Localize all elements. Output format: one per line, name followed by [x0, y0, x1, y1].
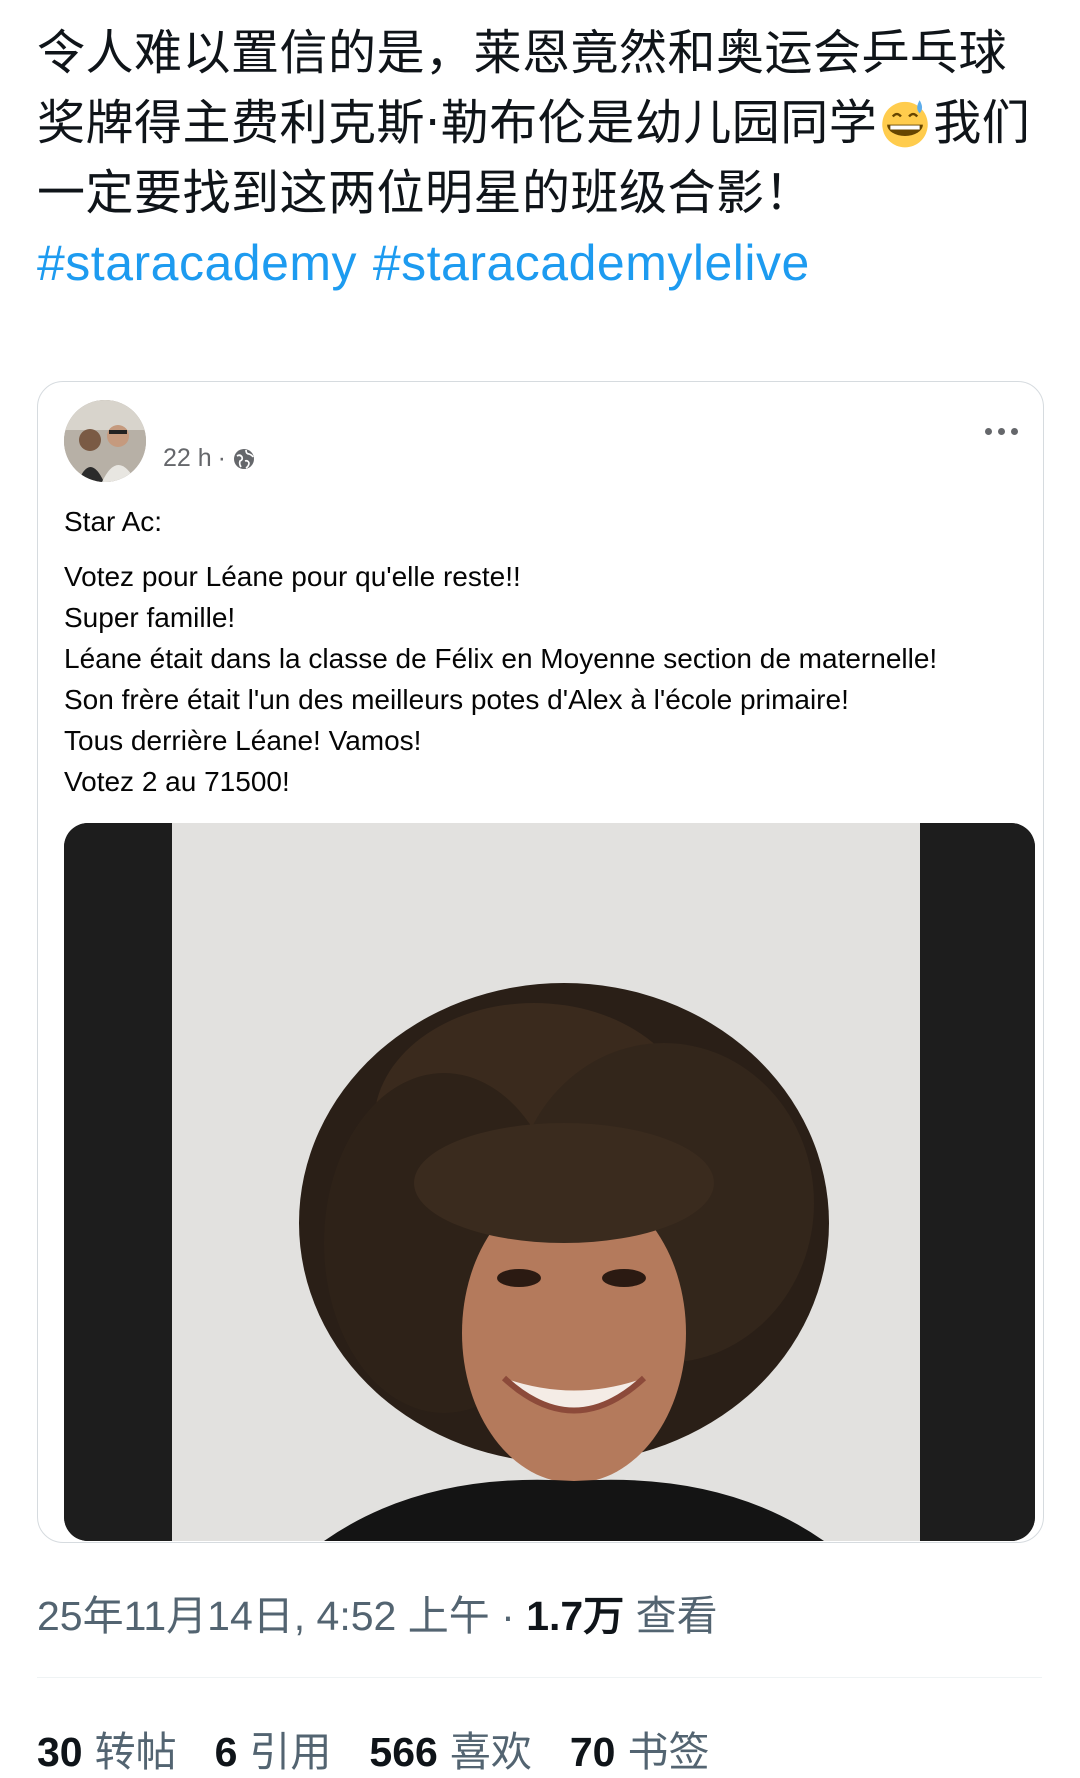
quotes-stat[interactable]: 6 引用	[215, 1718, 332, 1778]
hashtag-staracademy[interactable]: #staracademy	[37, 235, 357, 291]
post-line: Votez pour Léane pour qu'elle reste!!	[64, 561, 521, 592]
post-line: Léane était dans la classe de Félix en M…	[64, 643, 938, 674]
engagement-stats: 30 转帖 6 引用 566 喜欢 70 书签	[37, 1718, 747, 1778]
more-horizontal-icon	[984, 427, 992, 435]
quotes-label: 引用	[249, 1729, 332, 1775]
quoted-post-card[interactable]: 22 h · Star Ac: Votez pour Léane pour qu…	[37, 381, 1044, 1543]
divider	[37, 1677, 1042, 1678]
avatar[interactable]	[64, 400, 146, 482]
retweets-count: 30	[37, 1729, 83, 1775]
retweets-stat[interactable]: 30 转帖	[37, 1718, 177, 1778]
post-title: Star Ac:	[64, 506, 163, 537]
hashtag-staracademylelive[interactable]: #staracademylelive	[373, 235, 810, 291]
tweet-text-part1: 令人难以置信的是，莱恩竟然和奥运会乒乓球奖牌得主费利克斯·勒布伦是幼儿园同学	[37, 25, 1008, 151]
likes-label: 喜欢	[449, 1729, 532, 1775]
bookmarks-stat[interactable]: 70 书签	[570, 1718, 710, 1778]
grinning-face-with-sweat-icon	[882, 100, 929, 148]
bookmarks-count: 70	[569, 1729, 616, 1775]
views-count: 1.7万	[526, 1593, 625, 1639]
separator: ·	[217, 444, 226, 472]
tweet-timestamp: 25年11月14日, 4:52 上午 · 1.7万 查看	[37, 1582, 718, 1642]
post-line: Tous derrière Léane! Vamos!	[64, 725, 422, 756]
retweets-label: 转帖	[94, 1729, 177, 1775]
post-body: Star Ac: Votez pour Léane pour qu'elle r…	[64, 501, 1024, 802]
bookmarks-label: 书签	[627, 1729, 710, 1775]
likes-count: 566	[369, 1729, 438, 1775]
tweet-text: 令人难以置信的是，莱恩竟然和奥运会乒乓球奖牌得主费利克斯·勒布伦是幼儿园同学 我…	[37, 18, 1047, 299]
post-time[interactable]: 22 h	[163, 444, 212, 473]
post-photo[interactable]	[64, 823, 1035, 1541]
quotes-count: 6	[214, 1729, 238, 1775]
globe-icon	[234, 448, 254, 469]
post-meta: 22 h ·	[163, 444, 256, 473]
tweet-datetime[interactable]: 25年11月14日, 4:52 上午	[37, 1593, 490, 1639]
more-options-button[interactable]	[981, 424, 1021, 438]
likes-stat[interactable]: 566 喜欢	[369, 1718, 531, 1778]
post-line: Super famille!	[64, 602, 236, 633]
post-line: Votez 2 au 71500!	[64, 766, 290, 797]
separator: ·	[501, 1593, 515, 1639]
views-label: 查看	[635, 1593, 718, 1639]
post-line: Son frère était l'un des meilleurs potes…	[64, 684, 849, 715]
